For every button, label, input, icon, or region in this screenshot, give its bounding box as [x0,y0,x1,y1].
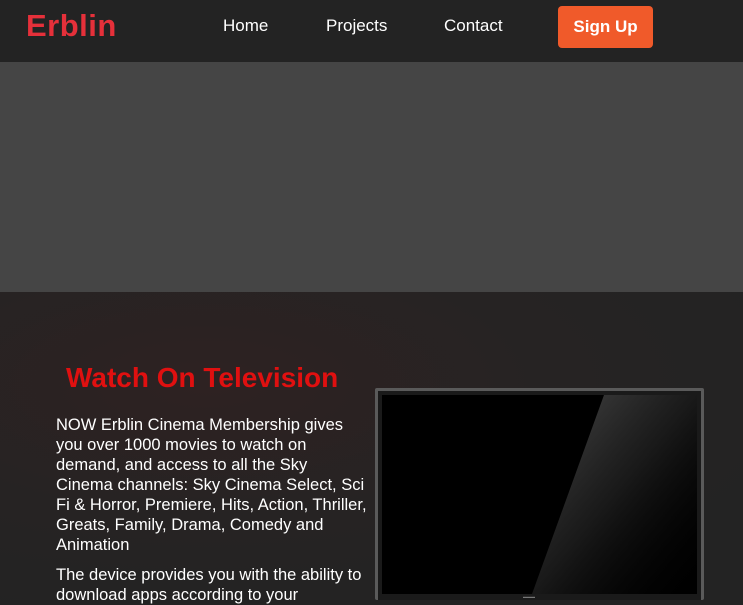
section-title: Watch On Television [66,362,339,393]
nav-link-home[interactable]: Home [223,16,268,36]
hero-banner [0,62,743,292]
tv-screen [382,395,697,594]
tv-brand-mark: ▬▬▬ [523,594,535,599]
television-icon: ▬▬▬ [375,388,704,600]
sign-up-button[interactable]: Sign Up [558,6,653,48]
screen-glare [532,395,697,594]
navbar: Erblin Home Projects Contact Sign Up [0,0,743,62]
section-paragraph-2: The device provides you with the ability… [56,566,362,604]
nav-link-contact[interactable]: Contact [444,16,503,36]
section-paragraph-1: NOW Erblin Cinema Membership gives you o… [56,416,367,554]
tv-bezel: ▬▬▬ [378,391,701,600]
logo[interactable]: Erblin [26,8,117,44]
nav-link-projects[interactable]: Projects [326,16,387,36]
